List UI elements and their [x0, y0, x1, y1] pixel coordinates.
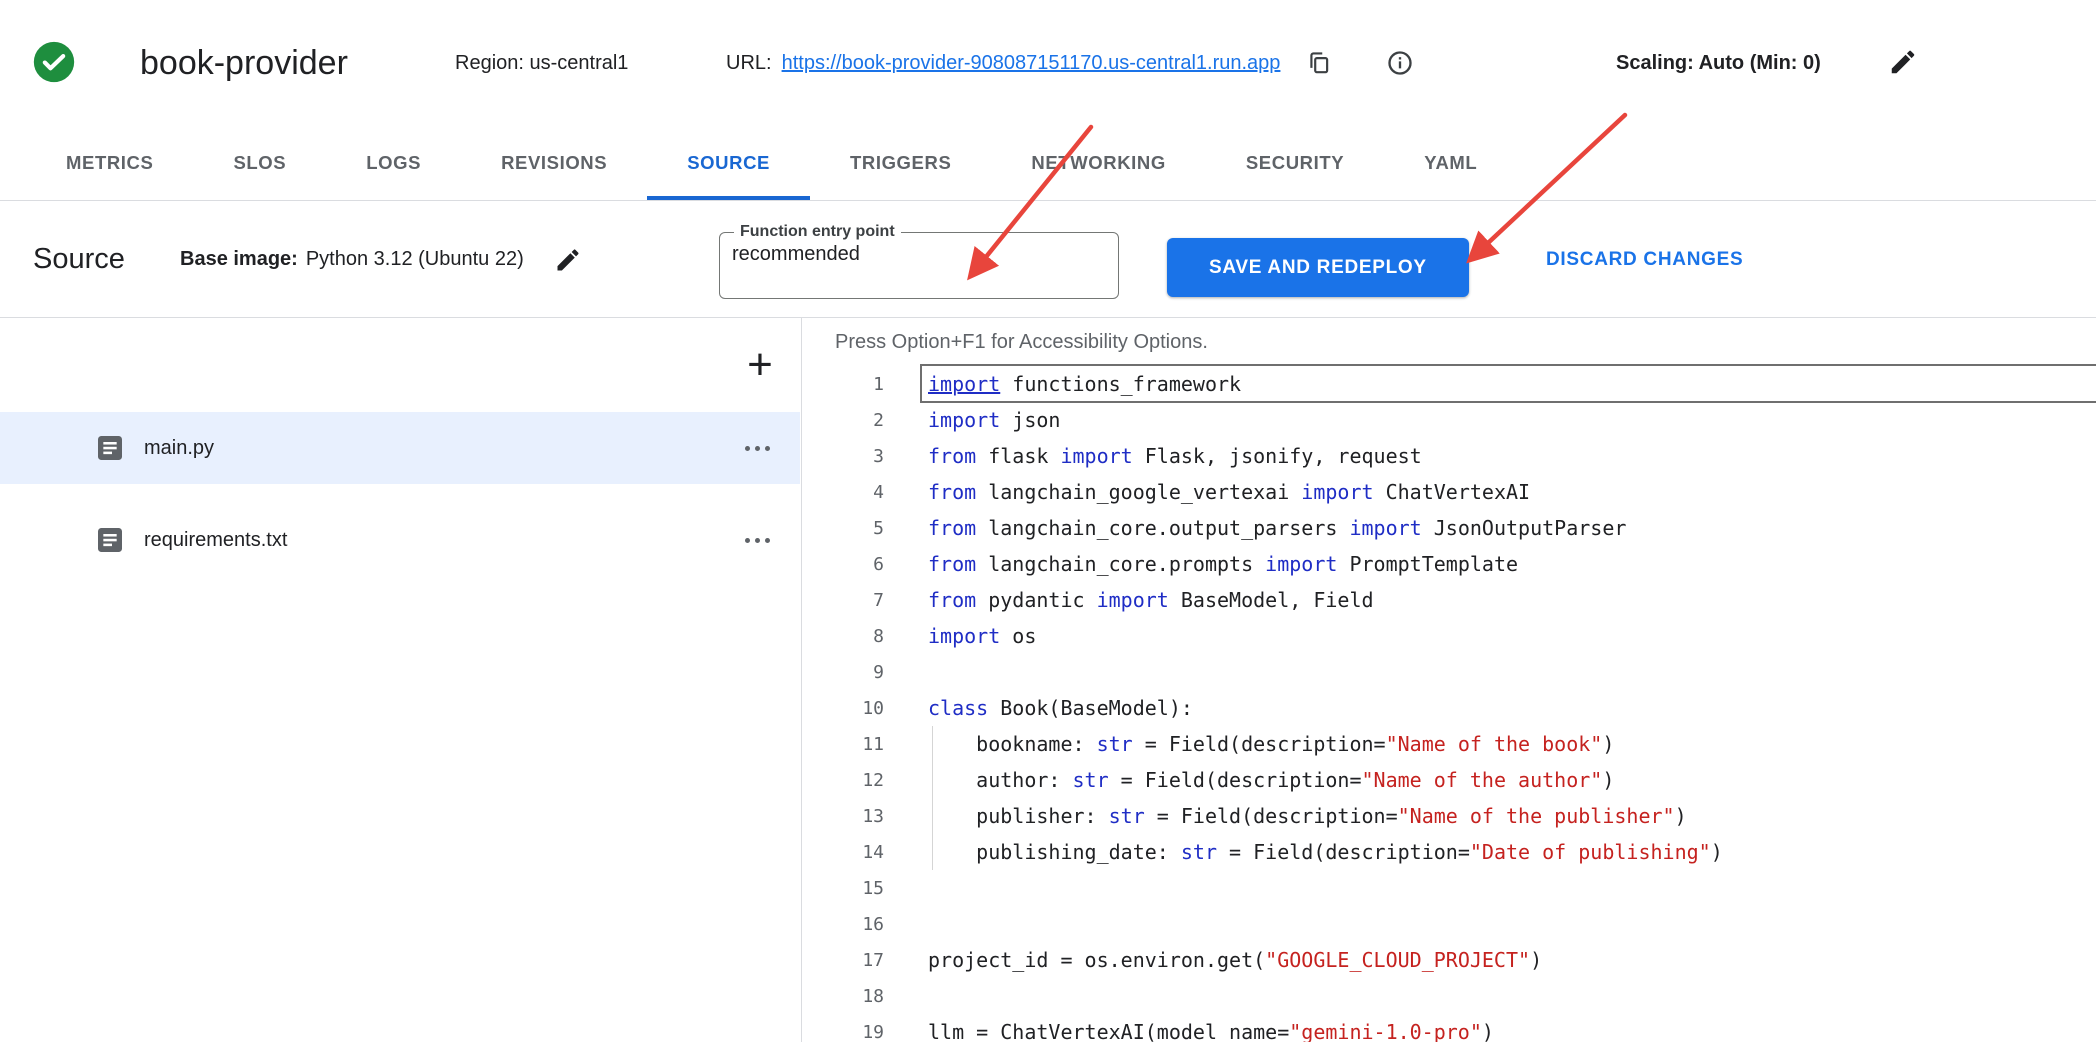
code-line-4[interactable]: 4from langchain_google_vertexai import C…: [802, 474, 2096, 510]
cloud-run-service-page: book-provider Region: us-central1 URL: h…: [0, 0, 2096, 1042]
edit-base-image-icon[interactable]: [554, 246, 582, 274]
file-icon: [94, 432, 126, 464]
line-number: 5: [802, 518, 884, 539]
line-number: 19: [802, 1022, 884, 1042]
tab-logs[interactable]: LOGS: [326, 126, 461, 200]
service-url-link[interactable]: https://book-provider-908087151170.us-ce…: [782, 52, 1281, 75]
line-number: 16: [802, 914, 884, 935]
entry-point-label: Function entry point: [734, 223, 901, 241]
file-list: main.py requirements.txt: [0, 412, 800, 596]
code-line-19[interactable]: 19llm = ChatVertexAI(model_name="gemini-…: [802, 1014, 2096, 1042]
tab-yaml[interactable]: YAML: [1384, 126, 1517, 200]
line-number: 8: [802, 626, 884, 647]
tab-triggers[interactable]: TRIGGERS: [810, 126, 991, 200]
code-line-15[interactable]: 15: [802, 870, 2096, 906]
line-number: 3: [802, 446, 884, 467]
tab-security[interactable]: SECURITY: [1206, 126, 1384, 200]
url-group: URL: https://book-provider-908087151170.…: [726, 0, 1414, 126]
file-name: main.py: [144, 412, 214, 484]
tab-networking[interactable]: NETWORKING: [991, 126, 1205, 200]
service-header: book-provider Region: us-central1 URL: h…: [0, 0, 2096, 126]
code-line-3[interactable]: 3from flask import Flask, jsonify, reque…: [802, 438, 2096, 474]
line-number: 1: [802, 374, 884, 395]
url-label: URL:: [726, 52, 772, 75]
copy-url-icon[interactable]: [1306, 50, 1332, 76]
file-name: requirements.txt: [144, 504, 287, 576]
base-image-value: Python 3.12 (Ubuntu 22): [306, 248, 524, 271]
entry-point-field: Function entry point: [719, 223, 1119, 299]
line-number: 14: [802, 842, 884, 863]
line-number: 9: [802, 662, 884, 683]
entry-point-input[interactable]: [728, 241, 1092, 278]
tab-metrics[interactable]: METRICS: [26, 126, 193, 200]
code-line-14[interactable]: 14 publishing_date: str = Field(descript…: [802, 834, 2096, 870]
code-line-16[interactable]: 16: [802, 906, 2096, 942]
file-more-icon[interactable]: [742, 504, 772, 576]
code-line-13[interactable]: 13 publisher: str = Field(description="N…: [802, 798, 2096, 834]
base-image-label: Base image:: [180, 248, 298, 271]
line-number: 13: [802, 806, 884, 827]
tab-bar: METRICSSLOSLOGSREVISIONSSOURCETRIGGERSNE…: [0, 126, 2096, 201]
discard-changes-button[interactable]: DISCARD CHANGES: [1540, 201, 1749, 318]
file-panel: + main.py requirements.txt: [0, 318, 802, 1042]
status-ok-icon: [32, 40, 76, 84]
accessibility-hint: Press Option+F1 for Accessibility Option…: [835, 331, 1208, 354]
source-toolbar: Source Base image: Python 3.12 (Ubuntu 2…: [0, 201, 2096, 318]
file-row-main.py[interactable]: main.py: [0, 412, 800, 484]
info-icon[interactable]: [1386, 49, 1414, 77]
code-line-18[interactable]: 18: [802, 978, 2096, 1014]
code-line-11[interactable]: 11 bookname: str = Field(description="Na…: [802, 726, 2096, 762]
code-editor[interactable]: Press Option+F1 for Accessibility Option…: [802, 318, 2096, 1042]
code-line-2[interactable]: 2import json: [802, 402, 2096, 438]
tab-slos[interactable]: SLOS: [193, 126, 326, 200]
line-number: 17: [802, 950, 884, 971]
line-number: 6: [802, 554, 884, 575]
line-number: 18: [802, 986, 884, 1007]
code-line-6[interactable]: 6from langchain_core.prompts import Prom…: [802, 546, 2096, 582]
line-number: 7: [802, 590, 884, 611]
edit-scaling-icon[interactable]: [1888, 47, 1918, 77]
code-line-17[interactable]: 17project_id = os.environ.get("GOOGLE_CL…: [802, 942, 2096, 978]
tab-source[interactable]: SOURCE: [647, 126, 810, 200]
code-line-8[interactable]: 8import os: [802, 618, 2096, 654]
code-line-10[interactable]: 10class Book(BaseModel):: [802, 690, 2096, 726]
code-line-7[interactable]: 7from pydantic import BaseModel, Field: [802, 582, 2096, 618]
source-section-title: Source: [33, 201, 125, 318]
code-line-1[interactable]: 1import functions_framework: [802, 366, 2096, 402]
code-line-5[interactable]: 5from langchain_core.output_parsers impo…: [802, 510, 2096, 546]
line-number: 11: [802, 734, 884, 755]
line-number: 4: [802, 482, 884, 503]
line-number: 2: [802, 410, 884, 431]
line-number: 10: [802, 698, 884, 719]
add-file-button[interactable]: +: [732, 337, 788, 393]
file-row-requirements.txt[interactable]: requirements.txt: [0, 504, 800, 576]
code-lines: 1import functions_framework2import json3…: [802, 366, 2096, 1042]
file-icon: [94, 524, 126, 556]
region-label: Region: us-central1: [455, 0, 628, 126]
tab-revisions[interactable]: REVISIONS: [461, 126, 647, 200]
base-image-info: Base image: Python 3.12 (Ubuntu 22): [180, 201, 582, 318]
code-line-12[interactable]: 12 author: str = Field(description="Name…: [802, 762, 2096, 798]
file-more-icon[interactable]: [742, 412, 772, 484]
line-number: 15: [802, 878, 884, 899]
line-number: 12: [802, 770, 884, 791]
page-title: book-provider: [140, 0, 348, 126]
scaling-label: Scaling: Auto (Min: 0): [1616, 0, 1821, 126]
save-redeploy-button[interactable]: SAVE AND REDEPLOY: [1167, 238, 1469, 297]
code-line-9[interactable]: 9: [802, 654, 2096, 690]
